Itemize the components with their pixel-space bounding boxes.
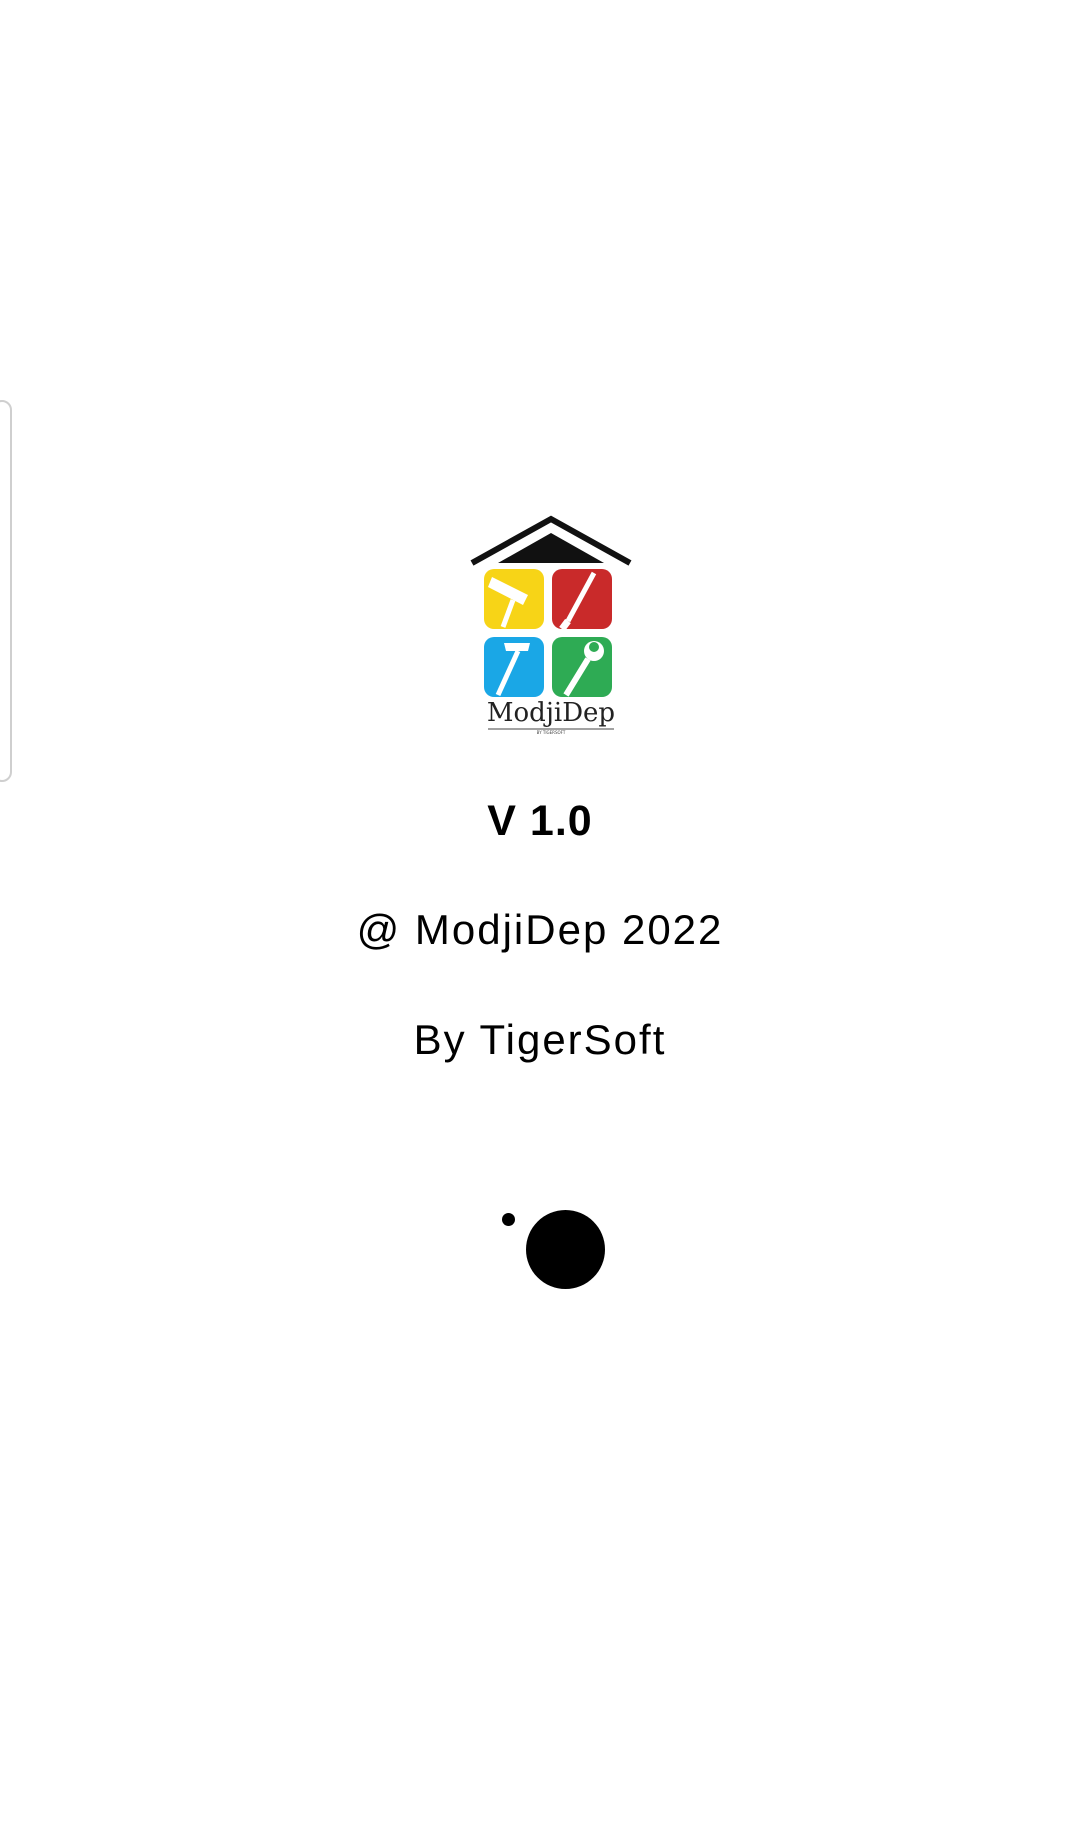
loading-dots-icon xyxy=(490,1200,610,1300)
loading-dot-small xyxy=(502,1213,515,1226)
svg-text:ModjiDep: ModjiDep xyxy=(487,698,615,728)
app-logo: ModjiDep BY TIGERSOFT xyxy=(468,515,634,737)
svg-text:BY TIGERSOFT: BY TIGERSOFT xyxy=(537,730,566,735)
edge-panel-handle[interactable] xyxy=(0,400,12,782)
loading-dot-large xyxy=(526,1210,605,1289)
copyright-text: @ ModjiDep 2022 xyxy=(356,906,724,953)
app-version: V 1.0 xyxy=(487,797,593,845)
author-credit: By TigerSoft xyxy=(413,1016,667,1063)
